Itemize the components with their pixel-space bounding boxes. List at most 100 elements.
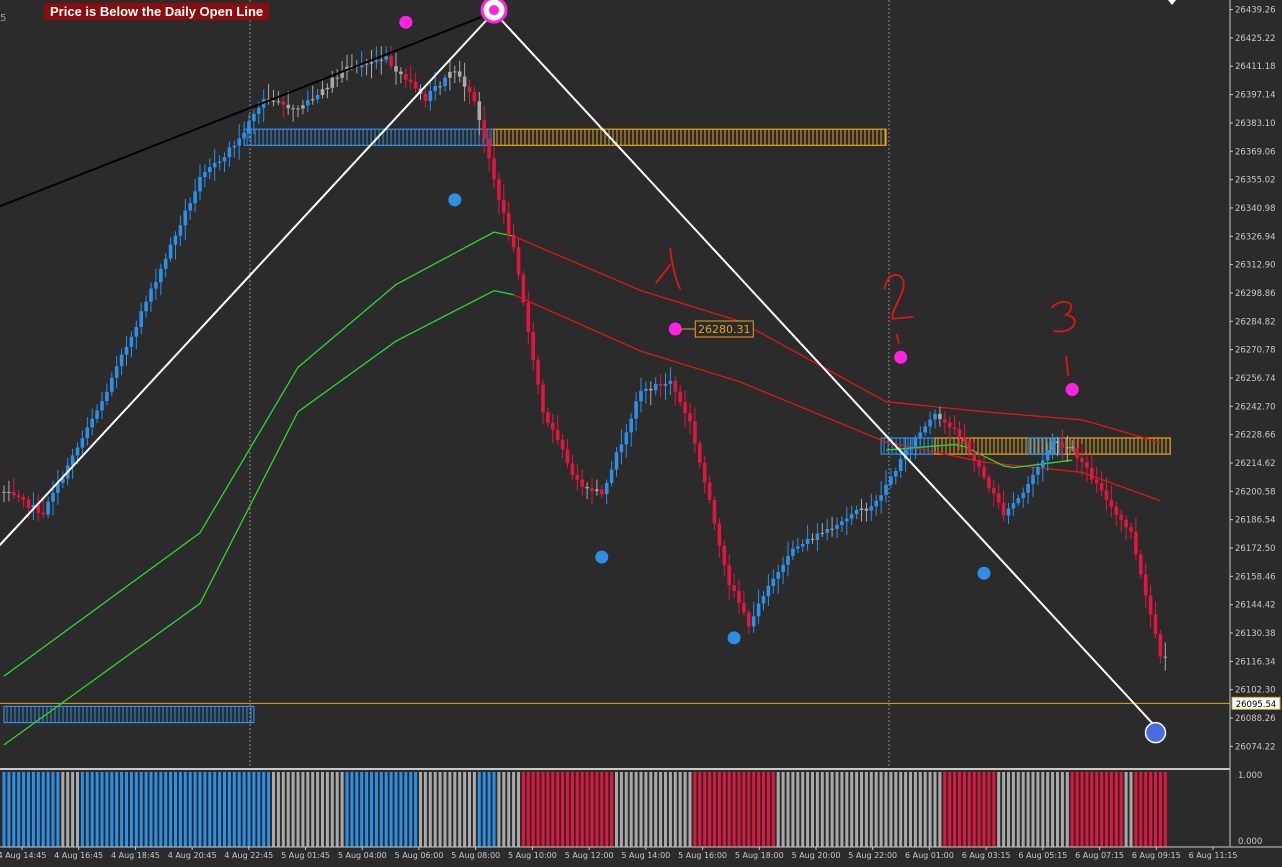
candle-body[interactable]	[742, 602, 746, 613]
candle-body[interactable]	[560, 439, 565, 450]
candle-body[interactable]	[325, 87, 330, 90]
candle-body[interactable]	[1016, 498, 1021, 504]
candle-body[interactable]	[800, 544, 805, 547]
candle-body[interactable]	[987, 477, 991, 489]
candle-body[interactable]	[810, 538, 815, 540]
candle-body[interactable]	[1036, 467, 1040, 475]
candle-body[interactable]	[237, 138, 241, 146]
candle-body[interactable]	[1143, 574, 1148, 596]
candle-body[interactable]	[923, 426, 927, 433]
candle-body[interactable]	[541, 384, 545, 413]
candle-body[interactable]	[707, 482, 712, 500]
candle-body[interactable]	[600, 489, 604, 495]
candle-body[interactable]	[796, 546, 800, 549]
candle-body[interactable]	[389, 56, 393, 67]
candle-body[interactable]	[276, 101, 281, 103]
candle-body[interactable]	[1158, 633, 1163, 657]
candle-body[interactable]	[546, 412, 550, 424]
candle-body[interactable]	[516, 247, 521, 275]
candle-body[interactable]	[310, 99, 315, 101]
candle-body[interactable]	[423, 93, 428, 101]
candle-body[interactable]	[110, 377, 114, 392]
candle-body[interactable]	[271, 100, 276, 102]
candle-body[interactable]	[306, 100, 310, 106]
candle-body[interactable]	[242, 132, 246, 139]
candle-body[interactable]	[1065, 447, 1070, 449]
candle-body[interactable]	[947, 422, 952, 428]
candle-body[interactable]	[913, 437, 918, 447]
candle-body[interactable]	[992, 488, 996, 494]
candle-body[interactable]	[815, 533, 820, 540]
candle-body[interactable]	[570, 463, 575, 475]
candle-body[interactable]	[51, 492, 55, 502]
candle-body[interactable]	[727, 565, 731, 586]
candle-body[interactable]	[624, 432, 629, 445]
candle-body[interactable]	[683, 402, 687, 414]
candle-body[interactable]	[217, 161, 222, 164]
candle-body[interactable]	[962, 436, 967, 442]
candle-body[interactable]	[766, 585, 771, 597]
candle-body[interactable]	[124, 346, 129, 355]
candle-body[interactable]	[399, 71, 403, 75]
candle-body[interactable]	[1119, 514, 1123, 520]
candle-body[interactable]	[46, 501, 50, 515]
candle-body[interactable]	[462, 76, 467, 87]
candle-body[interactable]	[100, 401, 104, 411]
candle-body[interactable]	[448, 71, 452, 78]
candle-body[interactable]	[394, 66, 398, 72]
candle-body[interactable]	[16, 495, 21, 498]
candle-body[interactable]	[159, 268, 163, 283]
candle-body[interactable]	[193, 191, 197, 204]
candle-body[interactable]	[1050, 441, 1055, 451]
candle-body[interactable]	[1080, 458, 1084, 463]
candle-body[interactable]	[771, 578, 776, 586]
candle-body[interactable]	[874, 500, 878, 507]
candle-body[interactable]	[227, 147, 232, 158]
candle-body[interactable]	[168, 244, 173, 259]
candle-body[interactable]	[898, 459, 903, 472]
candle-body[interactable]	[1001, 502, 1006, 516]
candle-body[interactable]	[609, 469, 614, 483]
candle-body[interactable]	[291, 108, 295, 110]
candle-body[interactable]	[649, 388, 653, 391]
candle-body[interactable]	[119, 354, 124, 367]
candle-body[interactable]	[173, 235, 178, 245]
candle-body[interactable]	[134, 326, 139, 337]
candle-body[interactable]	[982, 466, 986, 478]
candle-body[interactable]	[379, 59, 384, 61]
candle-body[interactable]	[247, 121, 251, 133]
candle-body[interactable]	[791, 548, 795, 556]
candle-body[interactable]	[183, 210, 188, 226]
candle-body[interactable]	[653, 383, 658, 391]
candle-body[interactable]	[114, 366, 119, 378]
candle-body[interactable]	[977, 459, 981, 467]
candle-body[interactable]	[580, 479, 584, 488]
candle-body[interactable]	[1099, 483, 1104, 491]
candle-body[interactable]	[232, 145, 237, 148]
price-chart[interactable]: 26280.31 26439.26 26425.22 26411.18 26397.1…	[0, 0, 1282, 867]
candle-body[interactable]	[732, 585, 736, 591]
candle-body[interactable]	[693, 421, 697, 444]
candle-body[interactable]	[712, 499, 717, 524]
candle-body[interactable]	[154, 282, 158, 289]
candle-body[interactable]	[502, 199, 506, 213]
candle-body[interactable]	[575, 474, 580, 480]
candle-body[interactable]	[595, 489, 599, 492]
candle-body[interactable]	[967, 441, 972, 453]
candle-body[interactable]	[781, 564, 785, 572]
candle-body[interactable]	[12, 492, 16, 496]
candle-body[interactable]	[820, 532, 825, 534]
candle-body[interactable]	[849, 514, 854, 519]
candle-body[interactable]	[1021, 492, 1025, 499]
candle-body[interactable]	[198, 176, 202, 192]
candle-body[interactable]	[614, 452, 619, 470]
candle-body[interactable]	[1109, 499, 1114, 507]
candle-body[interactable]	[1011, 503, 1016, 509]
candle-body[interactable]	[835, 524, 839, 529]
candle-body[interactable]	[634, 401, 638, 419]
candle-body[interactable]	[1134, 531, 1138, 555]
candle-body[interactable]	[408, 79, 413, 83]
candle-body[interactable]	[492, 158, 496, 180]
candle-body[interactable]	[830, 528, 834, 530]
candle-body[interactable]	[80, 438, 85, 448]
